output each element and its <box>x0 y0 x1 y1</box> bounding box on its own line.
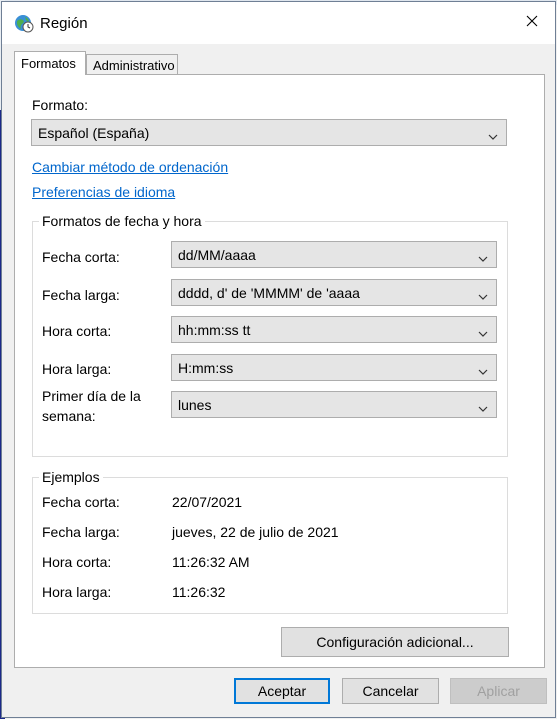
short-date-select[interactable]: dd/MM/aaaa <box>171 241 497 268</box>
close-icon <box>526 14 538 32</box>
long-date-select[interactable]: dddd, d' de 'MMMM' de 'aaaa <box>171 279 497 306</box>
first-day-value: lunes <box>178 397 212 413</box>
example-short-time-label: Hora corta: <box>42 554 112 570</box>
long-time-value: H:mm:ss <box>178 360 234 376</box>
long-time-select[interactable]: H:mm:ss <box>171 354 497 381</box>
long-time-label: Hora larga: <box>42 361 112 377</box>
example-long-time-value: 11:26:32 <box>172 584 226 600</box>
formats-panel: Formato: Español (España) Cambiar método… <box>14 74 545 668</box>
title-bar: Región <box>2 2 555 44</box>
region-dialog: Región Formatos Administrativo Formato: … <box>1 1 556 718</box>
example-short-date-value: 22/07/2021 <box>172 494 243 510</box>
change-sort-method-link[interactable]: Cambiar método de ordenación <box>32 159 228 175</box>
short-time-select[interactable]: hh:mm:ss tt <box>171 316 497 343</box>
apply-button[interactable]: Aplicar <box>450 678 547 704</box>
example-long-date-label: Fecha larga: <box>42 524 120 540</box>
language-preferences-link[interactable]: Preferencias de idioma <box>32 184 175 200</box>
globe-clock-icon <box>14 13 34 33</box>
window-title: Región <box>40 15 88 32</box>
chevron-down-icon <box>478 400 488 412</box>
first-day-label-line2: semana: <box>42 408 96 424</box>
additional-settings-button[interactable]: Configuración adicional... <box>281 627 509 657</box>
long-date-label: Fecha larga: <box>42 287 120 303</box>
date-time-formats-title: Formatos de fecha y hora <box>39 213 205 229</box>
long-date-value: dddd, d' de 'MMMM' de 'aaaa <box>178 285 360 301</box>
first-day-select[interactable]: lunes <box>171 391 497 418</box>
chevron-down-icon <box>488 128 498 140</box>
short-date-label: Fecha corta: <box>42 249 120 265</box>
chevron-down-icon <box>478 288 488 300</box>
close-button[interactable] <box>509 2 555 44</box>
short-date-value: dd/MM/aaaa <box>178 247 256 263</box>
examples-title: Ejemplos <box>39 469 103 485</box>
format-label: Formato: <box>32 97 89 113</box>
short-time-value: hh:mm:ss tt <box>178 322 251 338</box>
short-time-label: Hora corta: <box>42 323 112 339</box>
chevron-down-icon <box>478 250 488 262</box>
cancel-button[interactable]: Cancelar <box>342 678 439 704</box>
example-long-date-value: jueves, 22 de julio de 2021 <box>172 524 339 540</box>
accept-button[interactable]: Aceptar <box>234 678 330 704</box>
example-long-time-label: Hora larga: <box>42 584 112 600</box>
format-select-value: Español (España) <box>38 125 150 141</box>
chevron-down-icon <box>478 325 488 337</box>
chevron-down-icon <box>478 363 488 375</box>
tab-formatos[interactable]: Formatos <box>14 51 86 75</box>
example-short-date-label: Fecha corta: <box>42 494 120 510</box>
tab-administrativo[interactable]: Administrativo <box>86 54 178 75</box>
example-short-time-value: 11:26:32 AM <box>172 554 250 570</box>
format-select[interactable]: Español (España) <box>31 119 507 146</box>
first-day-label-line1: Primer día de la <box>42 388 141 404</box>
